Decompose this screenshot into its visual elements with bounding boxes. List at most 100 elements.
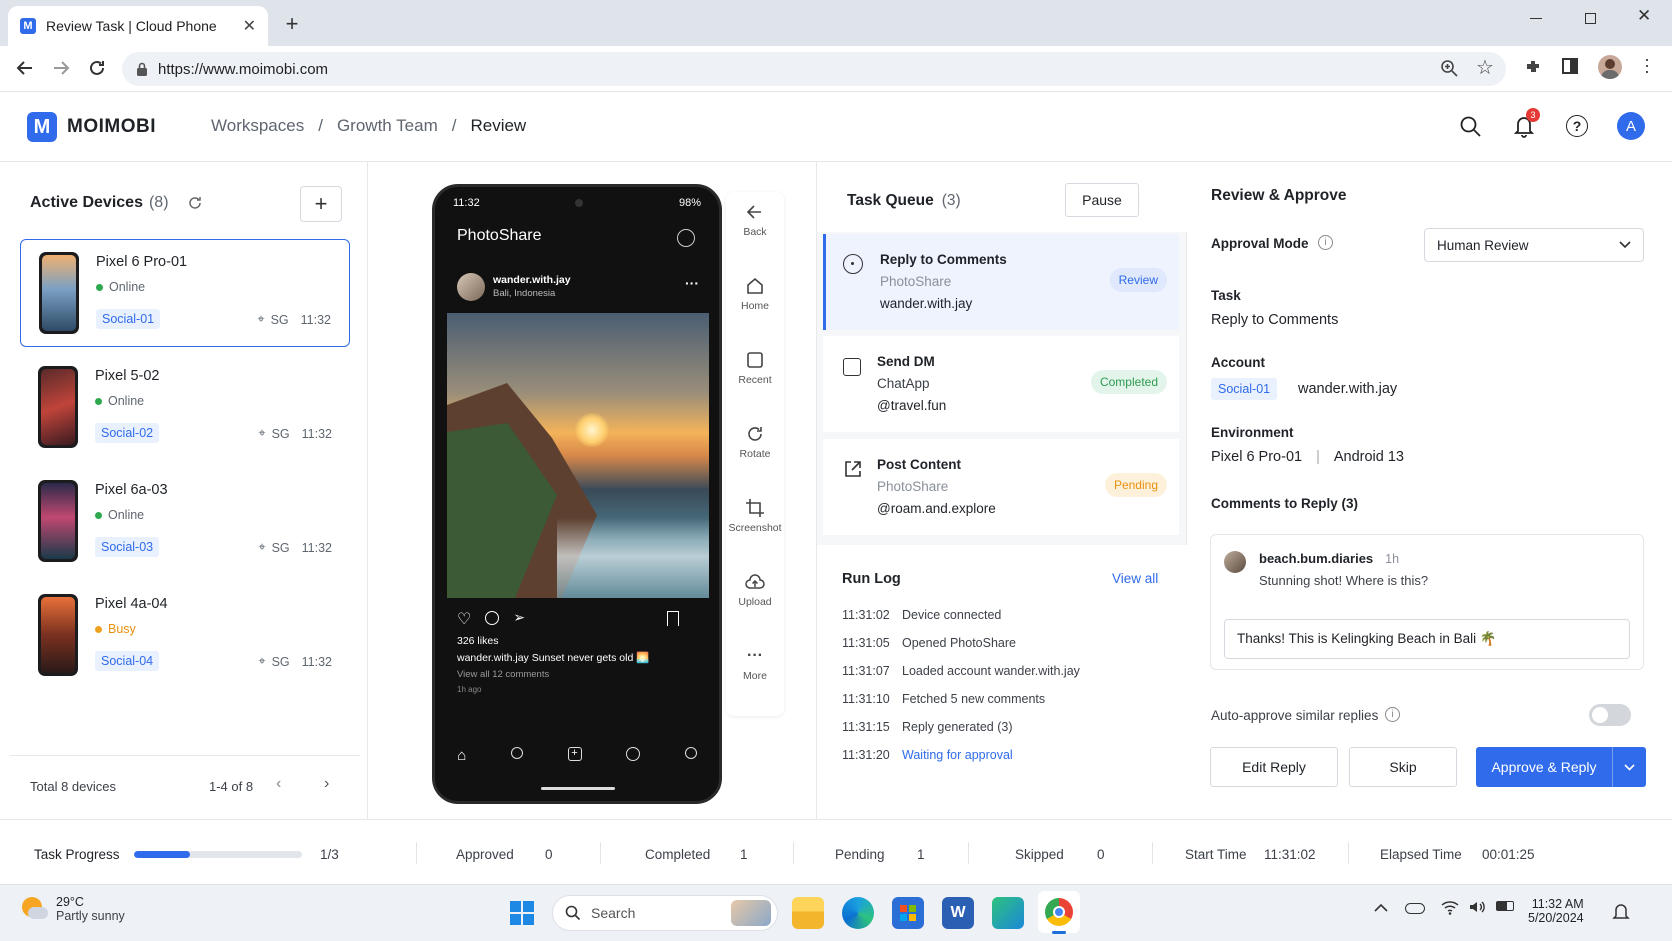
phone-frame[interactable]: 11:32 98% PhotoShare wander.with.jay Bal… (432, 184, 722, 804)
device-card[interactable]: Pixel 4a-04 Busy Social-04 ⌖ SG 11:32 (20, 582, 350, 690)
comment-icon[interactable] (485, 611, 500, 625)
reload-icon[interactable] (86, 57, 108, 79)
clock-date: 5/20/2024 (1528, 911, 1584, 925)
approval-mode-select[interactable]: Human Review (1424, 228, 1644, 262)
breadcrumb-growth-team[interactable]: Growth Team (337, 116, 438, 136)
save-post-icon[interactable] (667, 611, 679, 626)
store-icon[interactable] (892, 897, 924, 929)
nav-search-icon[interactable] (510, 747, 523, 759)
notifications-bell-icon[interactable]: 3 (1513, 108, 1540, 138)
location-pin-icon: ⌖ (258, 540, 266, 554)
nav-add-icon[interactable]: + (567, 747, 582, 761)
info-icon[interactable]: i (1318, 235, 1333, 250)
view-comments-link[interactable]: View all 12 comments (457, 669, 549, 680)
close-tab-icon[interactable]: ✕ (243, 16, 256, 36)
task-progress-footer: Task Progress 1/3 Approved 0 Completed 1… (0, 819, 1672, 884)
edit-reply-button[interactable]: Edit Reply (1210, 747, 1338, 787)
device-card[interactable]: Pixel 6a-03 Online Social-03 ⌖ SG 11:32 (20, 468, 350, 576)
devices-pagination: 1-4 of 8 (209, 779, 254, 794)
reply-input[interactable]: Thanks! This is Kelingking Beach in Bali… (1224, 619, 1630, 659)
view-all-link[interactable]: View all (1112, 571, 1158, 586)
edge-icon[interactable] (842, 897, 874, 929)
like-icon[interactable]: ♡ (457, 609, 471, 629)
user-avatar[interactable]: A (1617, 112, 1645, 140)
windows-start-icon[interactable] (510, 901, 534, 925)
add-device-button[interactable]: + (300, 186, 342, 222)
auto-approve-info-icon[interactable]: i (1385, 707, 1400, 722)
browser-menu-icon[interactable]: · · · (1644, 50, 1650, 80)
onedrive-cloud-icon[interactable] (1405, 903, 1425, 914)
skip-button[interactable]: Skip (1349, 747, 1457, 787)
close-window-icon[interactable]: ✕ (1637, 6, 1651, 26)
extensions-icon[interactable] (1524, 58, 1542, 76)
cloud-upload-icon (745, 574, 765, 589)
help-icon[interactable]: ? (1566, 115, 1588, 137)
bookmark-star-icon[interactable]: ☆ (1476, 55, 1494, 80)
control-upload[interactable]: Upload (726, 572, 784, 608)
status-badge: Completed (1090, 370, 1167, 394)
control-screenshot[interactable]: Screenshot (726, 498, 784, 534)
device-name: Pixel 6a-03 (95, 482, 168, 498)
queue-item-app: PhotoShare (877, 479, 949, 494)
device-card[interactable]: Pixel 6 Pro-01 Online Social-01 ⌖ SG 11:32 (20, 239, 350, 347)
queue-item[interactable]: Reply to Comments PhotoShare wander.with… (823, 234, 1179, 330)
profile-avatar[interactable] (1598, 55, 1622, 79)
account-value: wander.with.jay (1298, 381, 1398, 397)
messenger-icon[interactable] (677, 229, 695, 247)
back-icon[interactable] (14, 57, 36, 79)
brand-logo[interactable]: M MOIMOBI (27, 112, 156, 142)
url-text: https://www.moimobi.com (158, 60, 329, 78)
device-card[interactable]: Pixel 5-02 Online Social-02 ⌖ SG 11:32 (20, 354, 350, 462)
prev-page-icon[interactable]: ‹ (276, 775, 281, 793)
nav-profile-icon[interactable] (684, 747, 697, 759)
control-recent[interactable]: Recent (726, 350, 784, 386)
system-clock[interactable]: 11:32 AM 5/20/2024 (1528, 897, 1584, 925)
share-icon[interactable]: ➢ (513, 609, 525, 629)
nav-reels-icon[interactable] (626, 747, 641, 761)
wifi-icon[interactable] (1440, 899, 1460, 915)
weather-widget[interactable]: 29°C Partly sunny (20, 895, 125, 923)
next-page-icon[interactable]: › (324, 775, 329, 793)
queue-item[interactable]: Post Content PhotoShare @roam.and.explor… (823, 439, 1179, 535)
queue-item[interactable]: Send DM ChatApp @travel.fun Completed (823, 336, 1179, 432)
zoom-icon[interactable] (1440, 59, 1458, 77)
elapsed-time-value: 00:01:25 (1482, 847, 1535, 862)
side-panel-icon[interactable] (1562, 58, 1578, 74)
file-explorer-icon[interactable] (792, 897, 824, 929)
taskbar-search-placeholder: Search (591, 905, 636, 921)
post-more-icon[interactable]: ··· (685, 275, 699, 291)
notification-center-icon[interactable] (1612, 902, 1630, 922)
breadcrumb-workspaces[interactable]: Workspaces (211, 116, 304, 136)
control-back[interactable]: Back (726, 202, 784, 238)
refresh-icon[interactable] (187, 195, 203, 211)
control-more[interactable]: ··· More (726, 646, 784, 682)
volume-icon[interactable] (1468, 899, 1486, 915)
location-pin-icon: ⌖ (257, 312, 265, 326)
control-home[interactable]: Home (726, 276, 784, 312)
search-icon[interactable] (1459, 115, 1481, 137)
minimize-icon[interactable] (1530, 18, 1542, 19)
word-icon[interactable]: W (942, 897, 974, 929)
pause-button[interactable]: Pause (1065, 183, 1139, 217)
url-field[interactable]: https://www.moimobi.com (122, 52, 1506, 86)
control-rotate[interactable]: Rotate (726, 424, 784, 460)
completed-value: 1 (740, 847, 748, 862)
forward-icon[interactable] (50, 57, 72, 79)
new-tab-icon[interactable]: + (280, 11, 304, 36)
app-header: M MOIMOBI Workspaces / Growth Team / Rev… (0, 92, 1672, 162)
restore-icon[interactable] (1585, 13, 1596, 24)
location-pin-icon: ⌖ (258, 426, 266, 440)
battery-icon[interactable] (1496, 901, 1514, 911)
photos-icon[interactable] (992, 897, 1024, 929)
show-hidden-icons-chevron-icon[interactable] (1374, 903, 1388, 913)
review-title: Review & Approve (1211, 187, 1347, 204)
queue-item-account: @travel.fun (877, 398, 947, 413)
nav-home-icon[interactable]: ⌂ (457, 747, 466, 764)
chrome-icon-active[interactable] (1038, 891, 1080, 934)
approve-reply-button[interactable]: Approve & Reply (1476, 747, 1646, 787)
comment-user: beach.bum.diaries (1259, 551, 1374, 566)
auto-approve-toggle[interactable] (1589, 704, 1631, 726)
browser-tab[interactable]: M Review Task | Cloud Phone ✕ (8, 6, 268, 46)
approve-dropdown-chevron-icon[interactable] (1612, 747, 1646, 787)
taskbar-search[interactable]: Search (552, 895, 778, 931)
